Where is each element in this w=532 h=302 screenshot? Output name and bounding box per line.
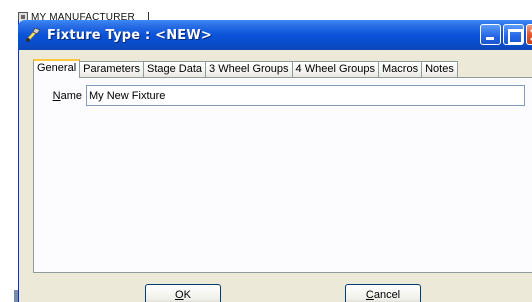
tab-macros[interactable]: Macros: [378, 61, 423, 78]
fixture-type-dialog: Fixture Type : <NEW> General Parameters …: [18, 20, 532, 302]
tab-strip: General Parameters Stage Data 3 Wheel Gr…: [33, 59, 458, 78]
tab-general[interactable]: General: [33, 59, 81, 78]
name-field-row: Name: [40, 85, 525, 106]
window-controls: [480, 24, 532, 45]
name-label: Name: [52, 89, 82, 102]
title-bar[interactable]: Fixture Type : <NEW>: [18, 20, 532, 50]
tab-notes[interactable]: Notes: [421, 61, 458, 78]
name-input[interactable]: [86, 85, 525, 106]
tab-4-wheel-groups[interactable]: 4 Wheel Groups: [291, 61, 380, 78]
tab-3-wheel-groups[interactable]: 3 Wheel Groups: [205, 61, 293, 78]
ok-button[interactable]: OK: [145, 284, 221, 302]
tab-parameters[interactable]: Parameters: [79, 61, 144, 78]
fixture-tool-icon: [24, 26, 42, 44]
cancel-button[interactable]: Cancel: [345, 284, 421, 302]
maximize-button[interactable]: [503, 24, 524, 45]
window-title: Fixture Type : <NEW>: [47, 27, 213, 43]
general-tab-panel: Name: [33, 77, 532, 273]
tab-stage-data[interactable]: Stage Data: [143, 61, 207, 78]
close-button[interactable]: [526, 24, 532, 45]
minimize-button[interactable]: [480, 24, 501, 45]
